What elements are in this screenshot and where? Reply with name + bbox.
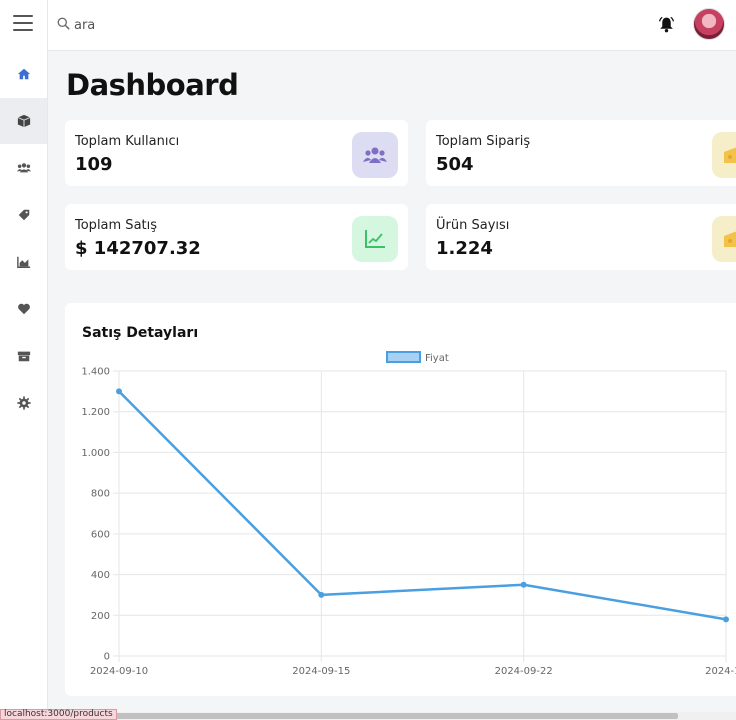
bell-icon[interactable] [658, 16, 675, 33]
stat-badge [352, 132, 398, 178]
search-input[interactable] [74, 13, 374, 37]
package-icon [17, 351, 30, 362]
cheese-icon [724, 231, 736, 247]
nav-favorites[interactable] [0, 286, 47, 332]
y-tick-label: 1.000 [81, 448, 110, 459]
top-bar [48, 0, 736, 51]
data-point [318, 591, 325, 598]
scrollbar-thumb[interactable] [100, 713, 678, 719]
tag-icon [18, 209, 29, 221]
stat-value: 109 [75, 154, 113, 175]
stat-value: $ 142707.32 [75, 238, 201, 259]
stat-label: Toplam Sipariş [436, 134, 531, 149]
y-tick-label: 0 [104, 652, 110, 663]
x-tick-label: 2024-09-15 [292, 666, 350, 677]
search-icon [57, 17, 70, 30]
x-tick-label: 2024-09-22 [495, 666, 553, 677]
legend-swatch [386, 351, 421, 363]
gear-icon [16, 396, 31, 410]
page-title: Dashboard [66, 68, 239, 102]
users-icon [16, 163, 31, 173]
y-tick-label: 600 [91, 529, 110, 540]
data-point [520, 581, 527, 588]
y-tick-label: 400 [91, 570, 110, 581]
stat-card-users: Toplam Kullanıcı 109 [65, 120, 408, 186]
y-tick-label: 1.400 [81, 367, 110, 378]
nav-orders[interactable] [0, 333, 47, 379]
sales-chart-card: Satış Detayları 0 200 400 600 800 1.000 1.200 1… [65, 303, 736, 696]
nav-tags[interactable] [0, 192, 47, 238]
x-tick-label: 2024-10 [705, 666, 736, 677]
stat-label: Ürün Sayısı [436, 218, 510, 233]
y-tick-label: 200 [91, 611, 110, 622]
nav-settings[interactable] [0, 380, 47, 426]
stat-badge [712, 216, 736, 262]
stat-card-sales: Toplam Satış $ 142707.32 [65, 204, 408, 270]
nav-users[interactable] [0, 145, 47, 191]
stat-badge [712, 132, 736, 178]
nav-analytics[interactable] [0, 239, 47, 285]
area-chart-icon [16, 256, 30, 268]
nav-products[interactable] [0, 98, 47, 144]
stat-label: Toplam Kullanıcı [75, 134, 180, 149]
y-tick-label: 800 [91, 489, 110, 500]
heart-icon [17, 303, 30, 315]
stat-label: Toplam Satış [75, 218, 158, 233]
series-line-fiyat [118, 390, 727, 621]
cheese-icon [724, 147, 736, 163]
data-point [116, 388, 122, 395]
y-tick-label: 1.200 [81, 407, 110, 418]
line-chart-icon [365, 230, 385, 248]
x-tick-label: 2024-09-10 [90, 666, 148, 677]
avatar[interactable] [693, 8, 725, 40]
menu-icon[interactable] [13, 15, 33, 31]
stat-value: 504 [436, 154, 474, 175]
sales-line-chart: 0 200 400 600 800 1.000 1.200 1.400 2024-09-10 20… [81, 351, 736, 677]
status-url: localhost:3000/products [0, 709, 117, 720]
data-point [723, 616, 729, 623]
users-icon [363, 147, 387, 163]
stat-card-orders: Toplam Sipariş 504 [426, 120, 736, 186]
horizontal-scrollbar[interactable] [48, 712, 736, 720]
box-icon [17, 114, 30, 128]
stat-card-products: Ürün Sayısı 1.224 [426, 204, 736, 270]
legend-label: Fiyat [425, 353, 449, 364]
sidebar [0, 0, 48, 720]
stat-value: 1.224 [436, 238, 493, 259]
nav-home[interactable] [0, 51, 47, 97]
home-icon [17, 68, 30, 80]
stat-badge [352, 216, 398, 262]
